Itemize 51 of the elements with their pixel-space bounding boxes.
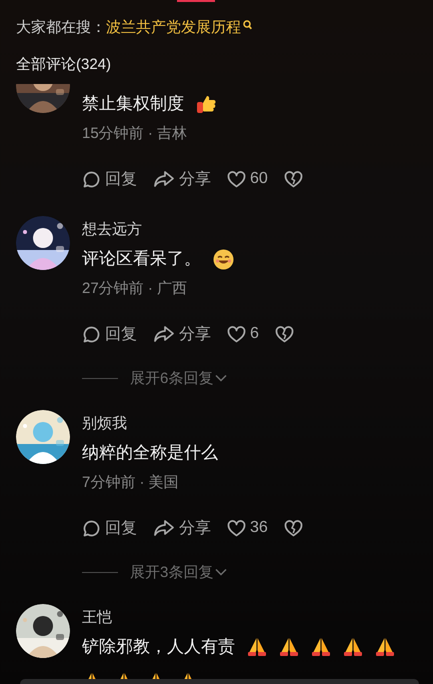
comment-icon xyxy=(82,518,101,538)
heart-icon xyxy=(227,170,246,188)
praying-hands-icon xyxy=(311,637,331,657)
reply-button[interactable]: 回复 xyxy=(82,324,137,344)
like-button[interactable]: 60 xyxy=(227,170,268,188)
comment-icon xyxy=(82,170,101,188)
like-button[interactable]: 6 xyxy=(227,325,259,343)
broken-heart-icon xyxy=(274,326,294,342)
broken-heart-icon xyxy=(284,520,303,536)
reply-button[interactable]: 回复 xyxy=(82,518,137,538)
comment-text: 纳粹的全称是什么 xyxy=(82,442,218,464)
comment-text: 铲除邪教，人人有责 xyxy=(82,636,235,658)
user-name[interactable]: 别烦我 xyxy=(82,410,419,438)
dislike-button[interactable] xyxy=(284,520,303,536)
tab-indicator xyxy=(177,0,215,2)
user-name[interactable]: 王恺 xyxy=(82,604,419,632)
search-icon xyxy=(243,20,252,30)
dislike-button[interactable] xyxy=(284,170,303,188)
expand-replies-button[interactable]: 展开3条回复 xyxy=(130,562,228,582)
heart-icon xyxy=(227,326,246,342)
share-button[interactable]: 分享 xyxy=(153,168,211,190)
search-hint-label: 大家都在搜： xyxy=(16,18,106,37)
dislike-button[interactable] xyxy=(274,326,294,342)
broken-heart-icon xyxy=(284,170,303,188)
share-button[interactable]: 分享 xyxy=(153,324,211,344)
search-suggestion-link[interactable]: 波兰共产党发展历程 xyxy=(106,18,241,37)
share-icon xyxy=(153,170,175,188)
smiley-icon xyxy=(213,248,234,270)
praying-hands-icon xyxy=(343,637,363,657)
chevron-down-icon xyxy=(215,568,228,576)
praying-hands-icon xyxy=(279,637,299,657)
praying-hands-icon xyxy=(247,637,267,657)
comment-text: 评论区看呆了。 xyxy=(82,248,201,270)
comment-meta: 15分钟前 · 吉林 xyxy=(82,124,188,144)
comments-count-title: 全部评论(324) xyxy=(16,55,112,75)
share-icon xyxy=(153,325,175,343)
like-button[interactable]: 36 xyxy=(227,519,268,537)
thumbs-up-icon xyxy=(196,94,216,114)
user-name[interactable]: 想去远方 xyxy=(82,216,419,244)
comment-text: 禁止集权制度 xyxy=(82,93,184,115)
comment-meta: 7分钟前 · 美国 xyxy=(82,473,180,493)
reply-button[interactable]: 回复 xyxy=(82,168,137,190)
heart-icon xyxy=(227,520,246,536)
comment-icon xyxy=(82,324,101,344)
share-icon xyxy=(153,519,175,537)
expand-replies-button[interactable]: 展开6条回复 xyxy=(130,368,228,388)
comment-meta: 27分钟前 · 广西 xyxy=(82,279,188,299)
comment-input-bar[interactable] xyxy=(20,679,419,684)
chevron-down-icon xyxy=(215,374,228,382)
share-button[interactable]: 分享 xyxy=(153,518,211,538)
praying-hands-icon xyxy=(375,637,395,657)
